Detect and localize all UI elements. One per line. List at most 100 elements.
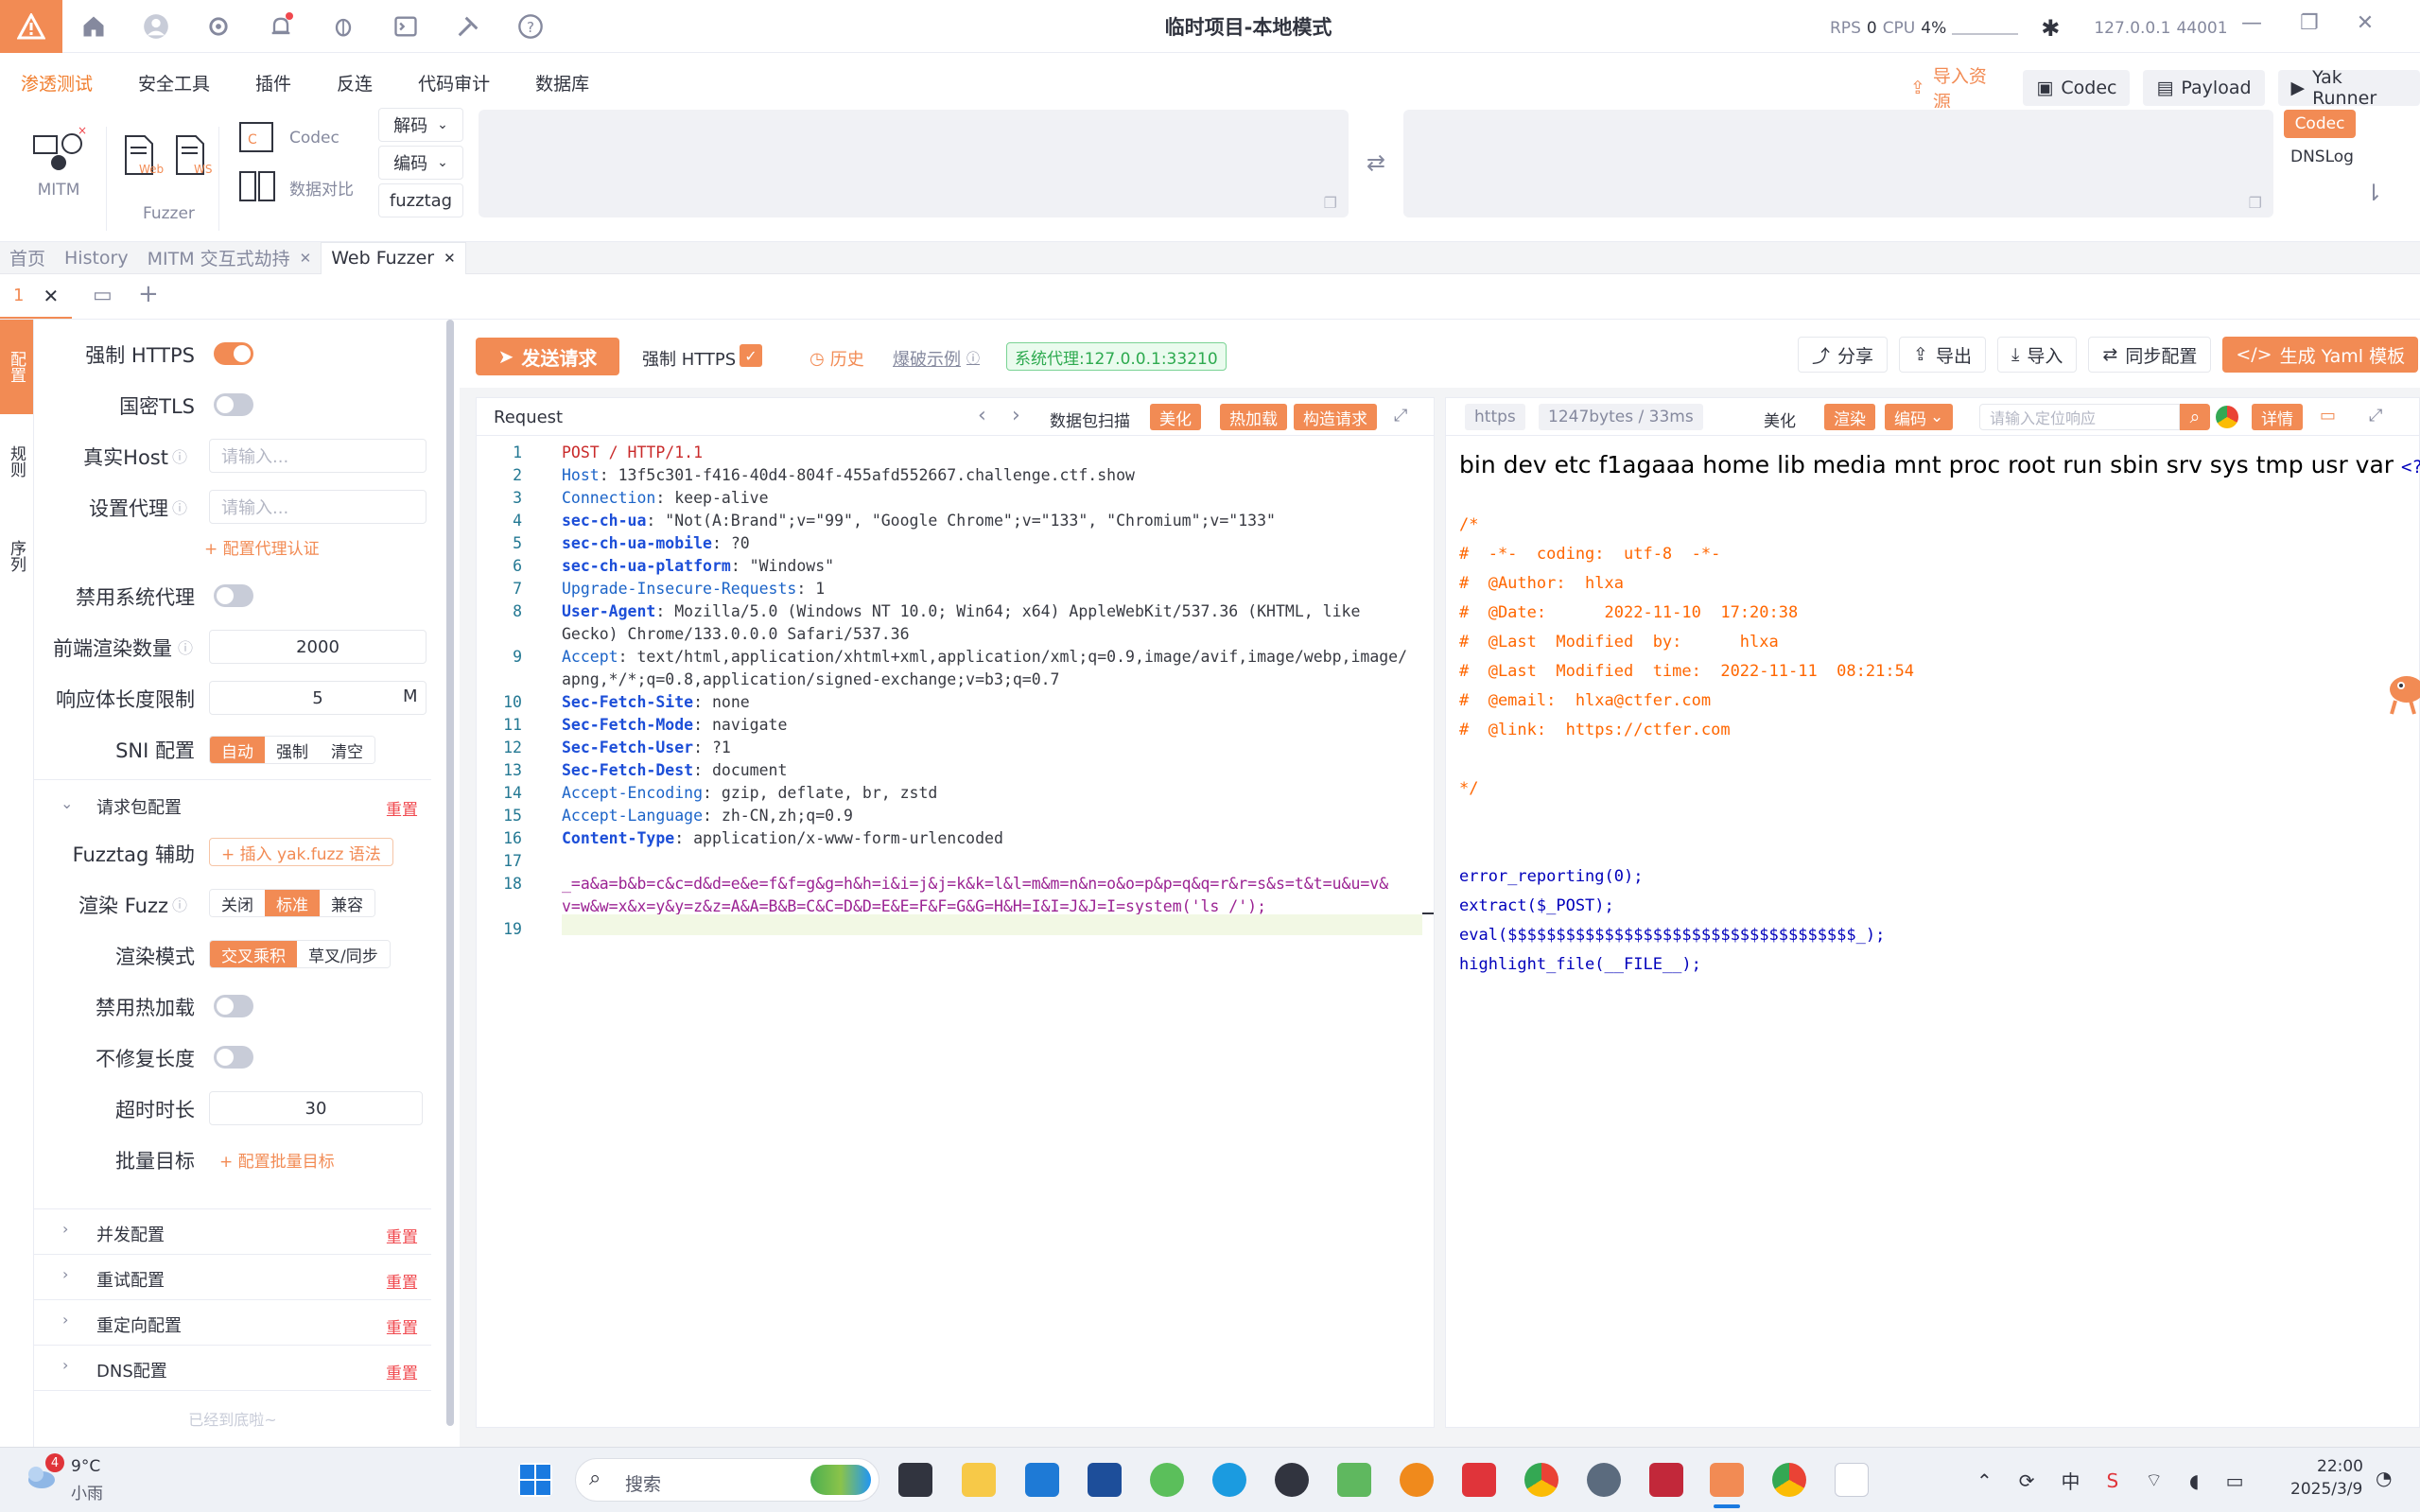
chevron-right-icon[interactable]: › <box>62 1311 68 1329</box>
reset-retry[interactable]: 重置 <box>386 1269 418 1293</box>
sni-auto[interactable]: 自动 <box>210 737 265 763</box>
sni-force[interactable]: 强制 <box>265 737 320 763</box>
vtab-rules[interactable]: 规则 <box>0 424 33 499</box>
wifi-icon[interactable]: ⌔ <box>2145 1469 2163 1492</box>
edge-icon[interactable] <box>1212 1463 1246 1497</box>
save-icon[interactable]: ▭ <box>93 284 113 307</box>
sni-clear[interactable]: 清空 <box>320 737 374 763</box>
menu-security-tools[interactable]: 安全工具 <box>138 70 210 96</box>
menu-reverse[interactable]: 反连 <box>337 70 373 96</box>
tab-mitm[interactable]: MITM 交互式劫持 ✕ <box>138 242 322 274</box>
tray-sync-icon[interactable]: ⟳ <box>2019 1469 2035 1492</box>
codec-input[interactable]: ❐ <box>479 110 1349 217</box>
tab-history[interactable]: History <box>55 242 138 274</box>
chrome-icon[interactable] <box>1524 1463 1558 1497</box>
side-codec-tab[interactable]: Codec <box>2284 110 2356 138</box>
render-fuzz-standard[interactable]: 标准 <box>265 890 320 916</box>
mascot-icon[interactable] <box>2382 663 2420 716</box>
menu-code-audit[interactable]: 代码审计 <box>418 70 490 96</box>
tab-web-fuzzer[interactable]: Web Fuzzer ✕ <box>321 241 466 274</box>
codec-output[interactable]: ❐ <box>1403 110 2273 217</box>
bell-icon[interactable] <box>263 9 299 44</box>
weather-icon[interactable]: 4 <box>25 1453 64 1493</box>
hotload-button[interactable]: 热加载 <box>1220 404 1287 430</box>
example-link[interactable]: 爆破示例 ⓘ <box>893 346 980 371</box>
info-icon[interactable]: ⓘ <box>178 635 193 658</box>
vscode-icon[interactable] <box>1025 1463 1059 1497</box>
no-fix-length-toggle[interactable] <box>214 1046 253 1069</box>
wechat-icon[interactable] <box>1150 1463 1184 1497</box>
home-icon[interactable] <box>76 9 112 44</box>
insert-fuzz-button[interactable]: + 插入 yak.fuzz 语法 <box>209 838 393 866</box>
terminal-icon[interactable] <box>388 9 424 44</box>
close-icon[interactable]: ✕ <box>300 250 312 267</box>
proxy-auth-link[interactable]: + 配置代理认证 <box>204 535 320 559</box>
force-https-toggle[interactable] <box>214 342 253 365</box>
render-fuzz-off[interactable]: 关闭 <box>210 890 265 916</box>
tools-icon[interactable] <box>450 9 486 44</box>
search-icon[interactable]: ⌕ <box>2180 404 2210 430</box>
retry-section[interactable]: 重试配置 <box>96 1267 165 1292</box>
yak-runner-button[interactable]: ▶ Yak Runner <box>2277 67 2420 109</box>
share-button[interactable]: ⤴ 分享 <box>1798 337 1889 373</box>
proxy-input[interactable]: 请输入... <box>209 490 427 524</box>
engine-icon[interactable]: ✱ <box>2041 15 2060 42</box>
batch-target-link[interactable]: + 配置批量目标 <box>219 1148 335 1172</box>
disable-hot-toggle[interactable] <box>214 995 253 1017</box>
send-request-button[interactable]: ➤ 发送请求 <box>476 338 619 375</box>
next-icon[interactable]: › <box>1012 404 1020 427</box>
packet-scan-button[interactable]: 数据包扫描 <box>1050 408 1130 431</box>
info-icon[interactable]: ⓘ <box>172 444 187 467</box>
app-terminal-icon[interactable] <box>898 1463 932 1497</box>
chrome-icon[interactable] <box>2216 406 2238 428</box>
import-resource-button[interactable]: ⇪ 导入资源 <box>1901 62 2010 113</box>
import-button[interactable]: ⤓ 导入 <box>1996 337 2078 373</box>
qq-icon[interactable] <box>1275 1463 1309 1497</box>
add-tab-icon[interactable]: + <box>138 280 159 308</box>
chevron-right-icon[interactable]: › <box>62 1265 68 1283</box>
history-button[interactable]: ◷ 历史 <box>810 346 864 371</box>
close-icon[interactable]: ✕ <box>444 250 456 267</box>
codec-button[interactable]: ▣ Codec <box>2023 70 2131 106</box>
force-https-checkbox[interactable]: ✓ <box>740 344 762 367</box>
share-app-icon[interactable] <box>1337 1463 1371 1497</box>
taskbar-search-input[interactable]: ⌕ 搜索 <box>575 1458 879 1502</box>
yakit-icon[interactable] <box>1710 1463 1744 1497</box>
menu-plugins[interactable]: 插件 <box>255 70 291 96</box>
concurrency-section[interactable]: 并发配置 <box>96 1222 165 1246</box>
swap-icon[interactable]: ⇄ <box>1367 149 1385 176</box>
codec-tool[interactable]: C Codec <box>238 121 339 155</box>
notification-icon[interactable]: ◔ <box>2376 1467 2392 1489</box>
search-app-icon[interactable] <box>1400 1463 1434 1497</box>
tray-up-icon[interactable]: ⌃ <box>1976 1469 1993 1492</box>
reset-redirect[interactable]: 重置 <box>386 1314 418 1338</box>
app-icon[interactable] <box>1088 1463 1122 1497</box>
start-icon[interactable] <box>518 1463 552 1497</box>
encode-button[interactable]: 编码 ⌄ <box>1885 404 1954 430</box>
render-mode-cross[interactable]: 交叉乘积 <box>210 941 297 967</box>
settings-scrollbar[interactable] <box>446 320 454 1426</box>
copy-icon[interactable]: ❐ <box>1324 194 1337 212</box>
web-fuzzer-tool[interactable]: Web <box>122 134 164 178</box>
battery-icon[interactable]: ▭ <box>2226 1469 2244 1492</box>
comment-icon[interactable]: ▭ <box>2320 406 2336 426</box>
minimize-icon[interactable]: — <box>2241 11 2262 35</box>
export-button[interactable]: ⇪ 导出 <box>1899 337 1986 373</box>
beautify-button[interactable]: 美化 <box>1150 404 1201 430</box>
mitm-tool[interactable]: × MITM <box>28 124 89 200</box>
real-host-input[interactable]: 请输入... <box>209 439 427 473</box>
dns-section[interactable]: DNS配置 <box>96 1358 167 1382</box>
help-icon[interactable]: ? <box>513 9 548 44</box>
volume-icon[interactable]: ◖ <box>2189 1469 2200 1492</box>
render-count-input[interactable]: 2000 <box>209 630 427 664</box>
info-icon[interactable]: ⓘ <box>172 495 187 518</box>
info-icon[interactable]: ⓘ <box>172 893 187 915</box>
app-icon-2[interactable] <box>1587 1463 1621 1497</box>
gm-tls-toggle[interactable] <box>214 393 253 416</box>
decode-select[interactable]: 解码 ⌄ <box>378 108 463 142</box>
payload-button[interactable]: ▤ Payload <box>2143 70 2265 106</box>
menu-pentest[interactable]: 渗透测试 <box>21 70 93 96</box>
pocket-icon[interactable] <box>1462 1463 1496 1497</box>
burp-icon[interactable] <box>1649 1463 1683 1497</box>
avatar-icon[interactable] <box>138 9 174 44</box>
